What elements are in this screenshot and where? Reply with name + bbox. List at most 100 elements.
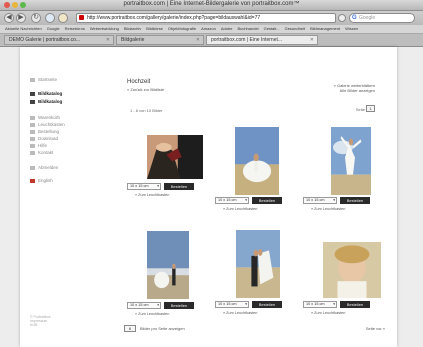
add-to-lightbox-link[interactable]: » Zum Leuchtkasten bbox=[223, 311, 257, 315]
size-select[interactable]: 10 x 15 cm ▾ bbox=[303, 197, 337, 204]
bookmark-item[interactable]: Bildbörse bbox=[146, 26, 163, 31]
chevron-down-icon: ▾ bbox=[245, 198, 247, 202]
next-page-link[interactable]: Seite vor » bbox=[366, 326, 385, 331]
flag-icon bbox=[30, 178, 35, 183]
bookmark-item[interactable]: Wissen bbox=[345, 26, 358, 31]
per-page-select[interactable]: 6 bbox=[124, 325, 136, 332]
add-to-lightbox-link[interactable]: » Zum Leuchtkasten bbox=[135, 193, 169, 197]
bookmark-item[interactable]: Buchhandel bbox=[237, 26, 258, 31]
bookmark-item[interactable]: Reisebüros bbox=[65, 26, 85, 31]
sidebar-item-label: English bbox=[38, 178, 53, 183]
order-icon bbox=[30, 129, 35, 134]
order-button[interactable]: Bestellen bbox=[340, 197, 370, 204]
sidebar-item[interactable]: Bildkatalog bbox=[30, 91, 62, 97]
bookmark-item[interactable]: Webentwicklung bbox=[90, 26, 119, 31]
lightbox-icon bbox=[30, 122, 35, 127]
order-options: 10 x 15 cm ▾ Bestellen » Zum Leuchtkasten bbox=[303, 197, 383, 211]
order-button[interactable]: Bestellen bbox=[252, 301, 282, 308]
sidebar-item[interactable]: Abmelden bbox=[30, 165, 58, 171]
page-title: Hochzeit bbox=[127, 79, 151, 85]
search-input[interactable]: G Google bbox=[349, 13, 415, 23]
photo-card: 10 x 15 cm ▾ Bestellen » Zum Leuchtkasten bbox=[127, 135, 207, 235]
tab-portraitbox[interactable]: portraitbox.com | Eine Internet... ✕ bbox=[206, 35, 318, 45]
photo-thumbnail[interactable] bbox=[147, 231, 189, 299]
order-button[interactable]: Bestellen bbox=[252, 197, 282, 204]
close-tab-icon[interactable]: ✕ bbox=[106, 36, 110, 44]
add-to-lightbox-link[interactable]: » Zum Leuchtkasten bbox=[135, 312, 169, 316]
bookmark-item[interactable]: Gesundheit bbox=[285, 26, 305, 31]
back-button[interactable]: ◀ bbox=[4, 13, 14, 23]
close-tab-icon[interactable]: ✕ bbox=[310, 36, 314, 44]
photo-card: 10 x 15 cm ▾ Bestellen » Zum Leuchtkasten bbox=[127, 230, 207, 330]
sidebar-item[interactable]: Bestellung bbox=[30, 129, 59, 135]
add-to-lightbox-link[interactable]: » Zum Leuchtkasten bbox=[223, 207, 257, 211]
sidebar-item[interactable]: Kontakt bbox=[30, 150, 53, 156]
bookmark-item[interactable]: Bildmanagement bbox=[310, 26, 340, 31]
size-select[interactable]: 10 x 15 cm ▾ bbox=[215, 197, 249, 204]
page-select[interactable]: 1 bbox=[366, 105, 375, 112]
per-page-label: Bilder pro Seite anzeigen bbox=[140, 326, 185, 331]
bookmark-item[interactable]: Aktuelle Nachrichten bbox=[5, 26, 42, 31]
address-bar[interactable]: http://www.portraitbox.com/gallery/galer… bbox=[76, 13, 336, 23]
chevron-down-icon: ▾ bbox=[157, 184, 159, 188]
add-to-lightbox-link[interactable]: » Zum Leuchtkasten bbox=[311, 311, 345, 315]
bookmark-item[interactable]: Bildarchiv bbox=[124, 26, 141, 31]
size-select[interactable]: 10 x 15 cm ▾ bbox=[303, 301, 337, 308]
site-favicon-icon bbox=[79, 15, 84, 20]
sidebar-item-label: Leuchtkasten bbox=[38, 122, 65, 127]
size-select[interactable]: 10 x 15 cm ▾ bbox=[127, 302, 161, 309]
tab-bildgalerie[interactable]: Bildgalerie ✕ bbox=[116, 35, 204, 45]
tab-label: portraitbox.com | Eine Internet... bbox=[211, 37, 283, 43]
sidebar-item[interactable]: English bbox=[30, 178, 53, 184]
size-select[interactable]: 10 x 15 cm ▾ bbox=[127, 183, 161, 190]
footer-agb-link[interactable]: AGB bbox=[30, 323, 50, 327]
bookmark-item[interactable]: Google bbox=[47, 26, 60, 31]
logout-icon bbox=[30, 165, 35, 170]
bookmarks-bar: Aktuelle Nachrichten Google Reisebüros Webe… bbox=[0, 25, 423, 34]
show-all-link[interactable]: Alle Bilder anzeigen bbox=[334, 88, 375, 93]
bookmark-item[interactable]: Gestalt... bbox=[264, 26, 280, 31]
size-select-value: 10 x 15 cm bbox=[218, 198, 237, 202]
help-icon bbox=[30, 143, 35, 148]
bookmark-item[interactable]: Objektfotografie bbox=[168, 26, 196, 31]
sidebar-item[interactable]: Warenkorb bbox=[30, 115, 60, 121]
sidebar-item[interactable]: Download bbox=[30, 136, 58, 142]
order-button[interactable]: Bestellen bbox=[340, 301, 370, 308]
rss-icon[interactable] bbox=[338, 14, 346, 22]
order-button[interactable]: Bestellen bbox=[164, 302, 194, 309]
close-tab-icon[interactable]: ✕ bbox=[196, 36, 200, 44]
browser-window: portraitbox.com | Eine Internet-Bilderga… bbox=[0, 0, 423, 347]
bookmark-item[interactable]: Amazon bbox=[201, 26, 216, 31]
photo-thumbnail[interactable] bbox=[147, 135, 203, 179]
photo-thumbnail[interactable] bbox=[331, 127, 371, 195]
bookmark-add-icon[interactable] bbox=[58, 13, 68, 23]
browser-toolbar: ◀ ▶ ↻ http://www.portraitbox.com/gallery… bbox=[0, 11, 423, 25]
chevron-down-icon: ▾ bbox=[333, 198, 335, 202]
chevron-down-icon: ▾ bbox=[157, 303, 159, 307]
photo-thumbnail[interactable] bbox=[323, 242, 381, 298]
sidebar-item[interactable]: Hilfe bbox=[30, 143, 47, 149]
address-text: http://www.portraitbox.com/gallery/galer… bbox=[87, 15, 261, 21]
window-title: portraitbox.com | Eine Internet-Bilderga… bbox=[123, 1, 300, 7]
add-to-lightbox-link[interactable]: » Zum Leuchtkasten bbox=[311, 207, 345, 211]
tab-demo-galerie[interactable]: DEMO Galerie | portraitbox.co... ✕ bbox=[4, 35, 114, 45]
size-select-value: 10 x 15 cm bbox=[306, 198, 325, 202]
size-select-value: 10 x 15 cm bbox=[218, 302, 237, 306]
order-button[interactable]: Bestellen bbox=[164, 183, 194, 190]
sidebar-item[interactable]: Startseite bbox=[30, 77, 57, 83]
sidebar-item-label: Bestellung bbox=[38, 129, 60, 134]
back-to-list-link[interactable]: « Zurück zur Bildliste bbox=[127, 87, 164, 92]
bookmark-item[interactable]: Adobe bbox=[221, 26, 233, 31]
sidebar-item[interactable]: Leuchtkasten bbox=[30, 122, 65, 128]
size-select[interactable]: 10 x 15 cm ▾ bbox=[215, 301, 249, 308]
home-icon[interactable] bbox=[45, 13, 55, 23]
forward-button[interactable]: ▶ bbox=[16, 13, 26, 23]
photo-thumbnail[interactable] bbox=[236, 230, 280, 298]
reload-button[interactable]: ↻ bbox=[31, 13, 41, 23]
sidebar-item-label: Warenkorb bbox=[38, 115, 60, 120]
photo-thumbnail[interactable] bbox=[235, 127, 279, 195]
order-options: 10 x 15 cm ▾ Bestellen » Zum Leuchtkasten bbox=[127, 302, 207, 316]
photo-card: 10 x 15 cm ▾ Bestellen » Zum Leuchtkasten bbox=[303, 127, 383, 227]
tab-label: DEMO Galerie | portraitbox.co... bbox=[9, 37, 81, 43]
sidebar-item[interactable]: Bildkatalog bbox=[30, 99, 62, 105]
